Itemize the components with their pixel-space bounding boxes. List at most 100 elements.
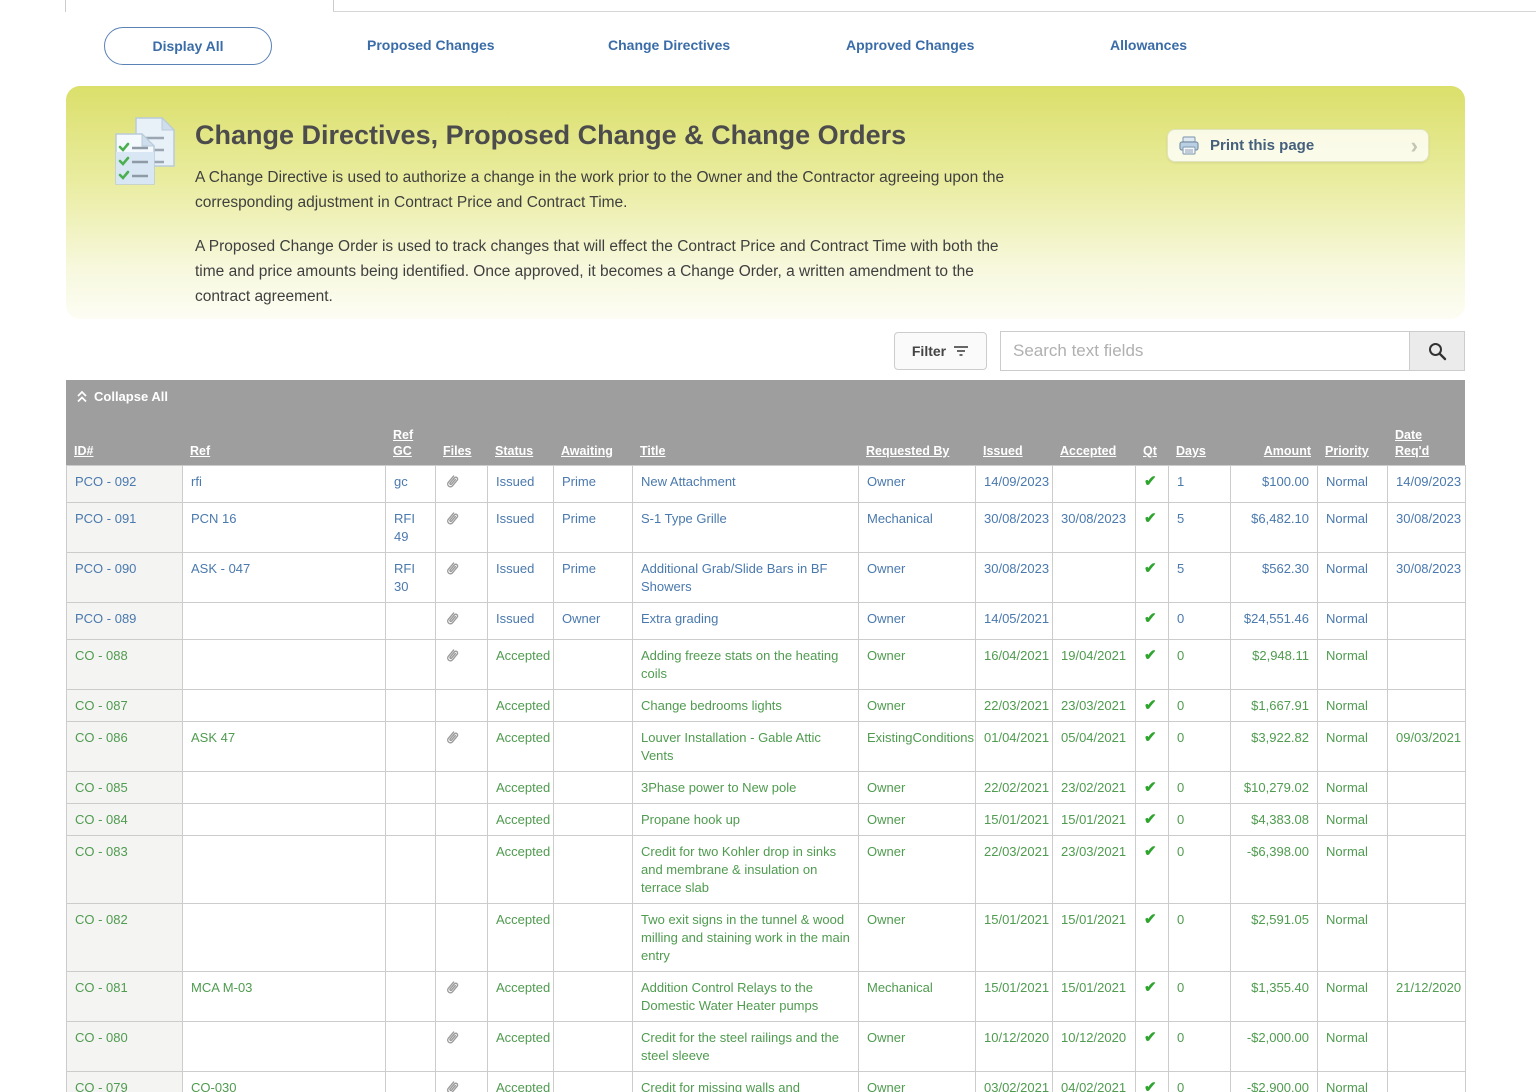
cell-id[interactable]: CO - 081 bbox=[67, 972, 183, 1022]
column-header-ref[interactable]: Ref bbox=[190, 444, 210, 458]
column-header-issued[interactable]: Issued bbox=[983, 444, 1023, 458]
cell-title[interactable]: Addition Control Relays to the Domestic … bbox=[633, 972, 859, 1022]
filter-button[interactable]: Filter bbox=[894, 332, 987, 370]
cell-files[interactable] bbox=[436, 1072, 488, 1092]
column-header-files[interactable]: Files bbox=[443, 444, 472, 458]
cell-title[interactable]: Extra grading bbox=[633, 603, 859, 640]
cell-id[interactable]: CO - 085 bbox=[67, 772, 183, 804]
attachment-icon[interactable] bbox=[444, 979, 460, 997]
cell-id[interactable]: CO - 088 bbox=[67, 640, 183, 690]
tab-change-directives[interactable]: Change Directives bbox=[608, 37, 730, 53]
attachment-icon[interactable] bbox=[444, 510, 460, 528]
column-header-qt[interactable]: Qt bbox=[1143, 444, 1157, 458]
cell-id[interactable]: CO - 087 bbox=[67, 690, 183, 722]
cell-title[interactable]: Credit for the steel railings and the st… bbox=[633, 1022, 859, 1072]
table-row[interactable]: PCO - 091PCN 16RFI 49IssuedPrimeS-1 Type… bbox=[67, 503, 1466, 553]
column-header-days[interactable]: Days bbox=[1176, 444, 1206, 458]
cell-id[interactable]: CO - 084 bbox=[67, 804, 183, 836]
cell-id[interactable]: CO - 079 bbox=[67, 1072, 183, 1092]
attachment-icon[interactable] bbox=[444, 473, 460, 491]
cell-refgc: RFI 49 bbox=[386, 503, 436, 553]
cell-title[interactable]: Adding freeze stats on the heating coils bbox=[633, 640, 859, 690]
cell-title[interactable]: Change bedrooms lights bbox=[633, 690, 859, 722]
cell-refgc bbox=[386, 722, 436, 772]
print-page-button[interactable]: Print this page › bbox=[1167, 129, 1429, 162]
tab-proposed-changes[interactable]: Proposed Changes bbox=[367, 37, 495, 53]
cell-title[interactable]: Louver Installation - Gable Attic Vents bbox=[633, 722, 859, 772]
table-row[interactable]: CO - 088AcceptedAdding freeze stats on t… bbox=[67, 640, 1466, 690]
cell-files[interactable] bbox=[436, 466, 488, 503]
table-row[interactable]: CO - 085Accepted3Phase power to New pole… bbox=[67, 772, 1466, 804]
table-row[interactable]: CO - 083AcceptedCredit for two Kohler dr… bbox=[67, 836, 1466, 904]
column-header-date_reqd[interactable]: Date Req'd bbox=[1395, 428, 1429, 458]
cell-files[interactable] bbox=[436, 722, 488, 772]
search-input[interactable] bbox=[1000, 331, 1410, 371]
cell-qt: ✔ bbox=[1136, 553, 1169, 603]
cell-awaiting bbox=[554, 772, 633, 804]
cell-title[interactable]: Two exit signs in the tunnel & wood mill… bbox=[633, 904, 859, 972]
cell-id[interactable]: CO - 083 bbox=[67, 836, 183, 904]
attachment-icon[interactable] bbox=[444, 610, 460, 628]
cell-files bbox=[436, 690, 488, 722]
column-header-refgc[interactable]: Ref GC bbox=[393, 428, 413, 458]
column-header-requested_by[interactable]: Requested By bbox=[866, 444, 949, 458]
cell-accepted: 05/04/2021 bbox=[1053, 722, 1136, 772]
attachment-icon[interactable] bbox=[444, 1079, 460, 1092]
collapse-all-button[interactable]: Collapse All bbox=[76, 389, 168, 404]
cell-id[interactable]: PCO - 090 bbox=[67, 553, 183, 603]
cell-title[interactable]: Credit for two Kohler drop in sinks and … bbox=[633, 836, 859, 904]
cell-title[interactable]: Additional Grab/Slide Bars in BF Showers bbox=[633, 553, 859, 603]
attachment-icon[interactable] bbox=[444, 729, 460, 747]
column-header-title[interactable]: Title bbox=[640, 444, 665, 458]
cell-days: 0 bbox=[1169, 603, 1231, 640]
table-row[interactable]: CO - 087AcceptedChange bedrooms lightsOw… bbox=[67, 690, 1466, 722]
cell-id[interactable]: CO - 080 bbox=[67, 1022, 183, 1072]
attachment-icon[interactable] bbox=[444, 560, 460, 578]
table-row[interactable]: CO - 084AcceptedPropane hook upOwner15/0… bbox=[67, 804, 1466, 836]
tab-approved-changes[interactable]: Approved Changes bbox=[846, 37, 974, 53]
page-title: Change Directives, Proposed Change & Cha… bbox=[195, 120, 906, 151]
table-row[interactable]: PCO - 089IssuedOwnerExtra gradingOwner14… bbox=[67, 603, 1466, 640]
table-row[interactable]: CO - 080AcceptedCredit for the steel rai… bbox=[67, 1022, 1466, 1072]
cell-title[interactable]: Credit for missing walls and bulkheads bbox=[633, 1072, 859, 1092]
cell-title[interactable]: S-1 Type Grille bbox=[633, 503, 859, 553]
cell-title[interactable]: 3Phase power to New pole bbox=[633, 772, 859, 804]
check-icon: ✔ bbox=[1144, 697, 1157, 714]
cell-files[interactable] bbox=[436, 503, 488, 553]
cell-id[interactable]: CO - 086 bbox=[67, 722, 183, 772]
table-row[interactable]: PCO - 090ASK - 047RFI 30IssuedPrimeAddit… bbox=[67, 553, 1466, 603]
cell-files[interactable] bbox=[436, 972, 488, 1022]
table-row[interactable]: PCO - 092rfigcIssuedPrimeNew AttachmentO… bbox=[67, 466, 1466, 503]
cell-requested_by: Mechanical bbox=[859, 503, 976, 553]
tab-allowances[interactable]: Allowances bbox=[1110, 37, 1187, 53]
cell-id[interactable]: PCO - 091 bbox=[67, 503, 183, 553]
cell-accepted bbox=[1053, 466, 1136, 503]
column-header-status[interactable]: Status bbox=[495, 444, 533, 458]
table-row[interactable]: CO - 079CO-030AcceptedCredit for missing… bbox=[67, 1072, 1466, 1092]
cell-title[interactable]: New Attachment bbox=[633, 466, 859, 503]
column-header-accepted[interactable]: Accepted bbox=[1060, 444, 1116, 458]
cell-title[interactable]: Propane hook up bbox=[633, 804, 859, 836]
cell-priority: Normal bbox=[1318, 1022, 1388, 1072]
cell-requested_by: Owner bbox=[859, 690, 976, 722]
column-header-amount[interactable]: Amount bbox=[1264, 444, 1311, 458]
cell-files[interactable] bbox=[436, 553, 488, 603]
attachment-icon[interactable] bbox=[444, 1029, 460, 1047]
cell-files[interactable] bbox=[436, 603, 488, 640]
attachment-icon[interactable] bbox=[444, 647, 460, 665]
table-row[interactable]: CO - 081MCA M-03AcceptedAddition Control… bbox=[67, 972, 1466, 1022]
column-header-id[interactable]: ID# bbox=[74, 444, 93, 458]
tab-display-all[interactable]: Display All bbox=[104, 27, 272, 65]
cell-refgc bbox=[386, 690, 436, 722]
search-button[interactable] bbox=[1410, 331, 1465, 371]
table-row[interactable]: CO - 082AcceptedTwo exit signs in the tu… bbox=[67, 904, 1466, 972]
cell-days: 5 bbox=[1169, 503, 1231, 553]
cell-files[interactable] bbox=[436, 1022, 488, 1072]
column-header-priority[interactable]: Priority bbox=[1325, 444, 1369, 458]
cell-id[interactable]: PCO - 092 bbox=[67, 466, 183, 503]
column-header-awaiting[interactable]: Awaiting bbox=[561, 444, 613, 458]
table-row[interactable]: CO - 086ASK 47AcceptedLouver Installatio… bbox=[67, 722, 1466, 772]
cell-id[interactable]: CO - 082 bbox=[67, 904, 183, 972]
cell-id[interactable]: PCO - 089 bbox=[67, 603, 183, 640]
cell-files[interactable] bbox=[436, 640, 488, 690]
